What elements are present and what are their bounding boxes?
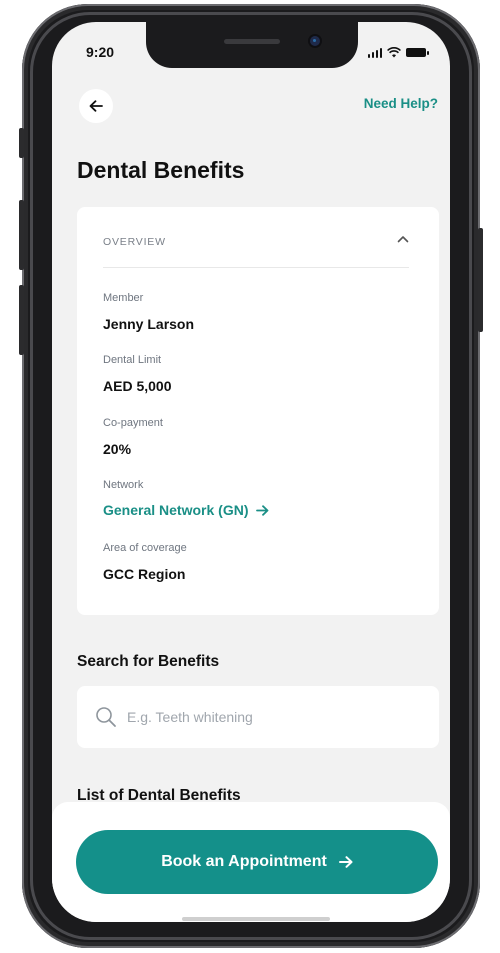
need-help-link[interactable]: Need Help? [364,96,438,111]
coverage-area-value: GCC Region [103,566,186,582]
overview-card: OVERVIEW Member Jenny Larson Dental Limi… [77,207,439,615]
bottom-action-bar: Book an Appointment [52,802,450,922]
search-box[interactable] [77,686,439,748]
status-time: 9:20 [86,44,115,60]
overview-section-label: OVERVIEW [103,236,166,248]
member-value: Jenny Larson [103,316,195,332]
arrow-left-icon [89,100,103,112]
book-appointment-label: Book an Appointment [161,853,327,870]
back-button[interactable] [79,89,113,123]
speaker-grille [224,39,280,44]
search-icon [95,706,117,728]
phone-volume-up [19,200,24,270]
dental-limit-value: AED 5,000 [103,378,172,394]
app-screen: 9:20 Need Help? Dental Benefits OVERVIEW… [52,22,450,922]
cellular-signal-icon [367,48,382,58]
member-label: Member [103,292,144,304]
wifi-icon [387,47,401,58]
phone-volume-down [19,285,24,355]
search-input[interactable] [125,708,439,726]
status-icons [367,46,429,58]
overview-divider [103,267,409,268]
phone-power-button [478,228,483,332]
chevron-up-icon[interactable] [397,235,409,243]
network-value: General Network (GN) [103,502,249,518]
page-title: Dental Benefits [77,157,245,183]
book-appointment-button[interactable]: Book an Appointment [76,830,438,894]
coverage-area-label: Area of coverage [103,542,187,554]
co-payment-label: Co-payment [103,417,163,429]
co-payment-value: 20% [103,441,132,457]
home-indicator[interactable] [182,917,330,921]
dental-limit-label: Dental Limit [103,354,162,366]
arrow-right-icon [256,504,269,516]
phone-notch [146,22,358,68]
network-label: Network [103,479,144,491]
phone-silent-switch [19,128,24,158]
battery-icon [406,48,429,57]
search-section-title: Search for Benefits [77,653,220,670]
network-link[interactable]: General Network (GN) [103,502,269,518]
arrow-right-icon [338,856,353,868]
front-camera [310,36,320,46]
